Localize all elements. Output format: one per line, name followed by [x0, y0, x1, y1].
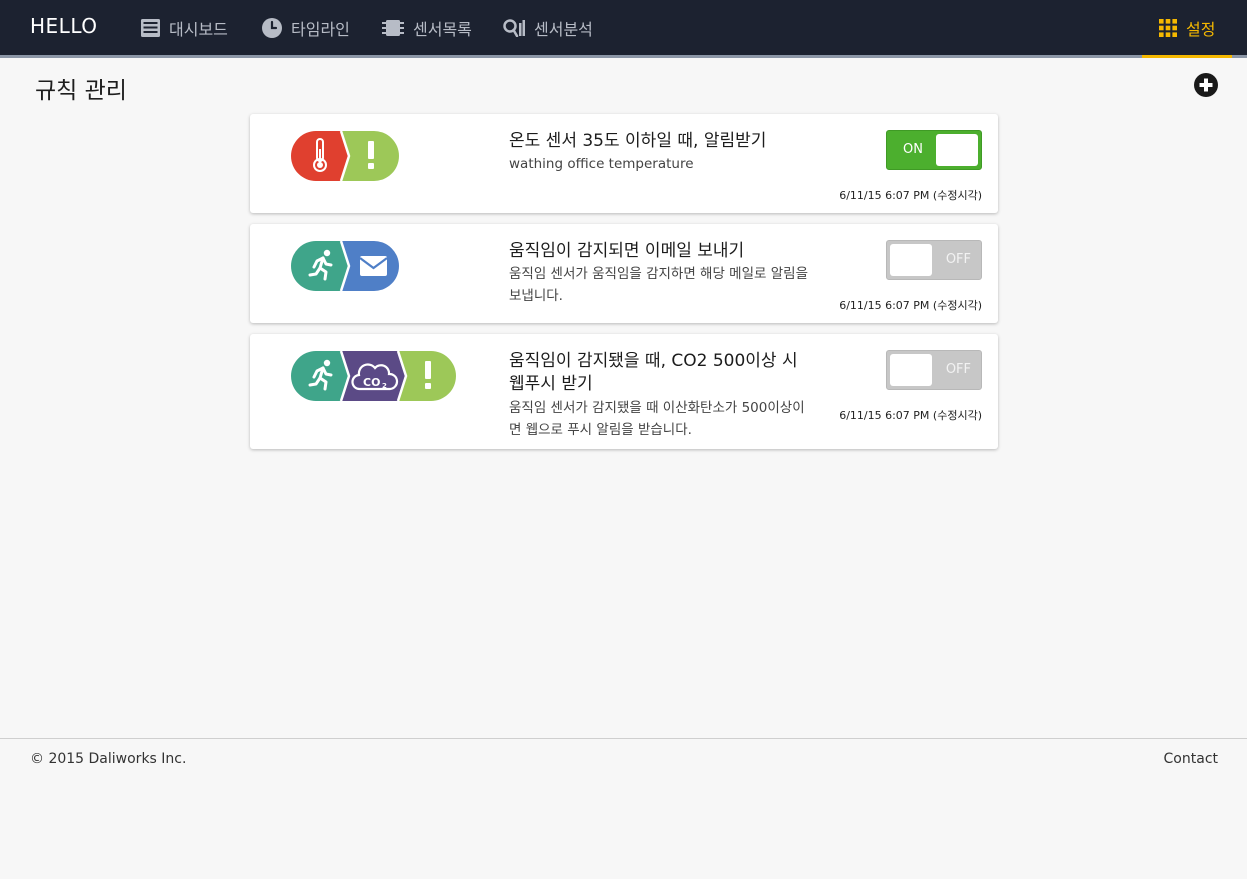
rule-toggle[interactable]: OFF — [886, 240, 982, 280]
nav-item-sensor-list-label: 센서목록 — [413, 19, 472, 39]
active-tab-indicator — [1142, 55, 1232, 58]
toggle-label: OFF — [945, 362, 971, 377]
alert-icon — [425, 361, 431, 389]
rule-modified-time: 6/11/15 6:07 PM (수정시각) — [839, 409, 982, 422]
plus-circle-icon[interactable] — [1193, 72, 1219, 98]
rule-modified-time: 6/11/15 6:07 PM (수정시각) — [839, 189, 982, 202]
nav-item-dashboard-label: 대시보드 — [169, 19, 228, 39]
chip-icon — [382, 19, 404, 36]
nav-item-settings[interactable]: 설정 — [1159, 0, 1215, 55]
rule-icon-chain: CO 2 — [291, 350, 456, 402]
nav-item-dashboard[interactable]: 대시보드 — [141, 0, 228, 55]
rule-card[interactable]: CO 2 움직임이 감지됐을 때, CO2 500이상 시 웹푸시 받기 움직임… — [250, 334, 998, 449]
envelope-icon — [359, 256, 388, 276]
page-title: 규칙 관리 — [35, 78, 127, 104]
analysis-icon — [503, 18, 525, 37]
rule-toggle[interactable]: OFF — [886, 350, 982, 390]
footer-divider — [0, 738, 1247, 739]
dashboard-icon — [141, 18, 160, 37]
rule-card[interactable]: 움직임이 감지되면 이메일 보내기 움직임 센서가 움직임을 감지하면 해당 메… — [250, 224, 998, 323]
nav-item-sensor-list[interactable]: 센서목록 — [382, 0, 472, 55]
alert-icon — [368, 141, 374, 169]
grid-icon — [1159, 18, 1177, 37]
brand-logo[interactable]: HELLO — [30, 14, 98, 38]
footer-copyright: © 2015 Daliworks Inc. — [30, 751, 187, 767]
nav-item-timeline[interactable]: 타임라인 — [262, 0, 350, 55]
rule-title: 온도 센서 35도 이하일 때, 알림받기 — [509, 131, 767, 151]
rule-title: 움직임이 감지되면 이메일 보내기 — [509, 241, 745, 261]
toggle-knob — [890, 354, 932, 386]
rule-icon-chain — [291, 130, 399, 182]
rule-description: wathing office temperature — [509, 156, 694, 172]
toggle-knob — [890, 244, 932, 276]
toggle-label: OFF — [945, 252, 971, 267]
rule-card[interactable]: 온도 센서 35도 이하일 때, 알림받기 wathing office tem… — [250, 114, 998, 213]
nav-item-sensor-analysis[interactable]: 센서분석 — [503, 0, 593, 55]
footer-contact-link[interactable]: Contact — [1164, 751, 1218, 767]
top-navbar: HELLO 대시보드 타임라인 센서목록 센서분석 설정 — [0, 0, 1247, 55]
navbar-divider — [0, 55, 1247, 58]
toggle-label: ON — [903, 142, 923, 157]
rule-icon-chain — [291, 240, 399, 292]
rule-description: 움직임 센서가 움직임을 감지하면 해당 메일로 알림을 보냅니다. — [509, 266, 808, 304]
toggle-knob — [936, 134, 978, 166]
svg-text:2: 2 — [382, 382, 387, 390]
rule-description: 움직임 센서가 감지됐을 때 이산화탄소가 500이상이면 웹으로 푸시 알림을… — [509, 400, 805, 438]
clock-icon — [262, 17, 282, 38]
rule-toggle[interactable]: ON — [886, 130, 982, 170]
svg-text:CO: CO — [363, 376, 380, 389]
nav-item-settings-label: 설정 — [1186, 19, 1216, 39]
rule-modified-time: 6/11/15 6:07 PM (수정시각) — [839, 299, 982, 312]
rule-title: 움직임이 감지됐을 때, CO2 500이상 시 웹푸시 받기 — [509, 351, 798, 394]
nav-item-sensor-analysis-label: 센서분석 — [534, 19, 593, 39]
nav-item-timeline-label: 타임라인 — [291, 19, 350, 39]
